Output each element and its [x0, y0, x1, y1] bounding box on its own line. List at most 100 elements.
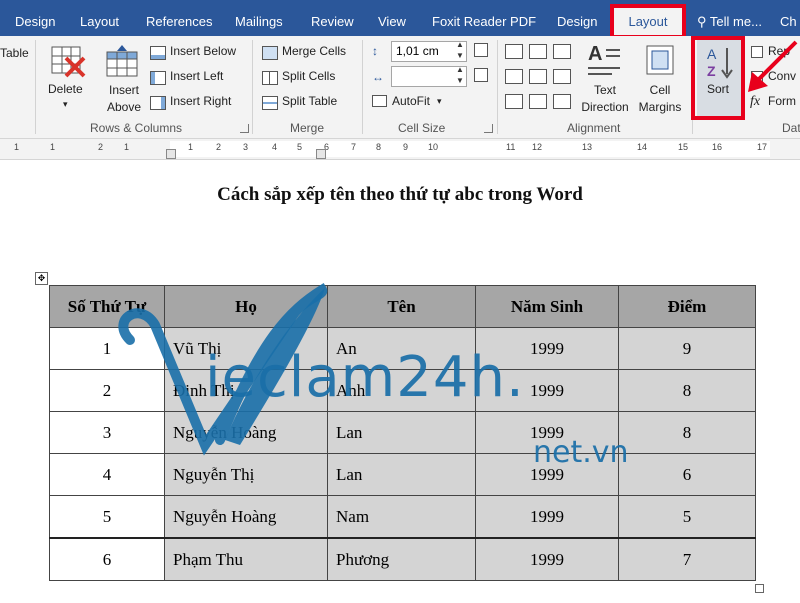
height-spin-up-icon[interactable]: ▲	[456, 40, 464, 49]
highlight-box-layout-tab	[610, 4, 686, 39]
table-move-handle-icon[interactable]: ✥	[35, 272, 48, 285]
ruler-number: 1	[188, 142, 194, 152]
tab-foxit-reader-pdf[interactable]: Foxit Reader PDF	[432, 14, 536, 29]
table-cell[interactable]: 1999	[475, 411, 619, 454]
autofit-chevron-icon[interactable]: ▾	[437, 96, 442, 107]
table-cell[interactable]: 8	[618, 411, 756, 454]
align-top-right-icon[interactable]	[553, 44, 571, 59]
table-cell[interactable]: 1999	[475, 495, 619, 539]
ruler-number: 7	[351, 142, 357, 152]
table-cell[interactable]: 6	[49, 537, 165, 581]
header-cell[interactable]: Năm Sinh	[475, 285, 619, 328]
document-area[interactable]: Cách sắp xếp tên theo thứ tự abc trong W…	[0, 160, 800, 603]
table-row: 4 Nguyễn Thị Lan 1999 6	[49, 453, 756, 496]
ruler-number: 5	[297, 142, 303, 152]
table-cell[interactable]: 1999	[475, 369, 619, 412]
width-spin-up-icon[interactable]: ▲	[456, 65, 464, 74]
ruler-number: 3	[243, 142, 249, 152]
header-cell[interactable]: Điểm	[618, 285, 756, 328]
table-cell[interactable]: Phương	[327, 537, 476, 581]
table-cell[interactable]: Lan	[327, 453, 476, 496]
table-cell[interactable]: 5	[618, 495, 756, 539]
table-cell[interactable]: 5	[49, 495, 165, 539]
table-cell[interactable]: 9	[618, 327, 756, 370]
table-cell[interactable]: 1999	[475, 537, 619, 581]
ruler-number: 4	[272, 142, 278, 152]
tab-view[interactable]: View	[378, 14, 406, 29]
table-cell[interactable]: Đinh Thị	[164, 369, 328, 412]
table-cell[interactable]: 1	[49, 327, 165, 370]
rows-columns-launcher-icon[interactable]	[240, 124, 249, 133]
tab-design[interactable]: Design	[15, 14, 55, 29]
align-bottom-right-icon[interactable]	[553, 94, 571, 109]
delete-dropdown-chevron-icon[interactable]: ▾	[63, 99, 68, 110]
height-spin-down-icon[interactable]: ▼	[456, 51, 464, 60]
cell-margins-icon[interactable]	[645, 44, 675, 76]
insert-below-icon	[150, 46, 166, 60]
merge-buttons-stack: Merge Cells Split Cells Split Table	[262, 44, 362, 120]
cell-size-group-label: Cell Size	[398, 121, 446, 135]
align-top-left-icon[interactable]	[505, 44, 523, 59]
insert-above-icon[interactable]	[104, 44, 140, 78]
share-button[interactable]: Ch	[780, 14, 797, 29]
group-separator	[362, 40, 363, 134]
table-cell[interactable]: 7	[618, 537, 756, 581]
highlight-box-sort	[691, 36, 745, 120]
delete-table-icon[interactable]	[48, 44, 88, 78]
align-center-right-icon[interactable]	[553, 69, 571, 84]
table-cell[interactable]: 1999	[475, 453, 619, 496]
table-cell[interactable]: An	[327, 327, 476, 370]
data-group-label: Dat	[782, 121, 800, 135]
table-resize-handle-icon[interactable]	[755, 584, 764, 593]
align-top-center-icon[interactable]	[529, 44, 547, 59]
header-cell[interactable]: Họ	[164, 285, 328, 328]
table-cell[interactable]: 1999	[475, 327, 619, 370]
align-bottom-left-icon[interactable]	[505, 94, 523, 109]
cell-size-launcher-icon[interactable]	[484, 124, 493, 133]
table-cell[interactable]: Nam	[327, 495, 476, 539]
table-cell[interactable]: Nguyễn Hoàng	[164, 411, 328, 454]
lightbulb-icon: ⚲	[697, 14, 707, 29]
table-group-label[interactable]: Table	[0, 46, 29, 60]
table-cell[interactable]: Nguyễn Hoàng	[164, 495, 328, 539]
tab-review[interactable]: Review	[311, 14, 354, 29]
horizontal-ruler[interactable]: 1 1 2 1 1 2 3 4 5 6 7 8 9 10 11 12 13 14…	[0, 139, 800, 160]
tab-layout[interactable]: Layout	[80, 14, 119, 29]
ruler-number: 1	[124, 142, 130, 152]
table-cell[interactable]: Lan	[327, 411, 476, 454]
delete-button[interactable]: Delete	[48, 82, 83, 96]
table-cell[interactable]: 3	[49, 411, 165, 454]
table-cell[interactable]: Phạm Thu	[164, 537, 328, 581]
align-center-icon[interactable]	[529, 69, 547, 84]
autofit-button[interactable]: AutoFit	[392, 94, 430, 108]
merge-cells-icon	[262, 46, 278, 60]
table-cell[interactable]: 2	[49, 369, 165, 412]
tab-mailings[interactable]: Mailings	[235, 14, 283, 29]
tab-references[interactable]: References	[146, 14, 212, 29]
insert-above-button[interactable]: Insert Above	[107, 82, 141, 116]
align-center-left-icon[interactable]	[505, 69, 523, 84]
distribute-columns-icon[interactable]	[474, 68, 488, 82]
table-cell[interactable]: 6	[618, 453, 756, 496]
alignment-grid	[505, 44, 575, 110]
ruler-number: 1	[50, 142, 56, 152]
left-indent-marker-icon[interactable]	[166, 149, 176, 159]
table-cell[interactable]: 4	[49, 453, 165, 496]
width-spin-down-icon[interactable]: ▼	[456, 76, 464, 85]
text-direction-button[interactable]: Text Direction	[578, 82, 632, 116]
tell-me-search[interactable]: ⚲ Tell me...	[697, 14, 762, 30]
tab-table-design[interactable]: Design	[557, 14, 597, 29]
column-marker-icon[interactable]	[316, 149, 326, 159]
table-cell[interactable]: Nguyễn Thị	[164, 453, 328, 496]
data-table[interactable]: Số Thứ Tự Họ Tên Năm Sinh Điểm 1 Vũ Thị …	[49, 285, 756, 581]
cell-margins-button[interactable]: Cell Margins	[635, 82, 685, 116]
text-direction-icon[interactable]: A	[584, 42, 624, 78]
distribute-rows-icon[interactable]	[474, 43, 488, 57]
header-cell[interactable]: Số Thứ Tự	[49, 285, 165, 328]
table-cell[interactable]: Vũ Thị	[164, 327, 328, 370]
table-cell[interactable]: Anh	[327, 369, 476, 412]
header-cell[interactable]: Tên	[327, 285, 476, 328]
table-cell[interactable]: 8	[618, 369, 756, 412]
align-bottom-center-icon[interactable]	[529, 94, 547, 109]
split-cells-icon	[262, 71, 278, 85]
